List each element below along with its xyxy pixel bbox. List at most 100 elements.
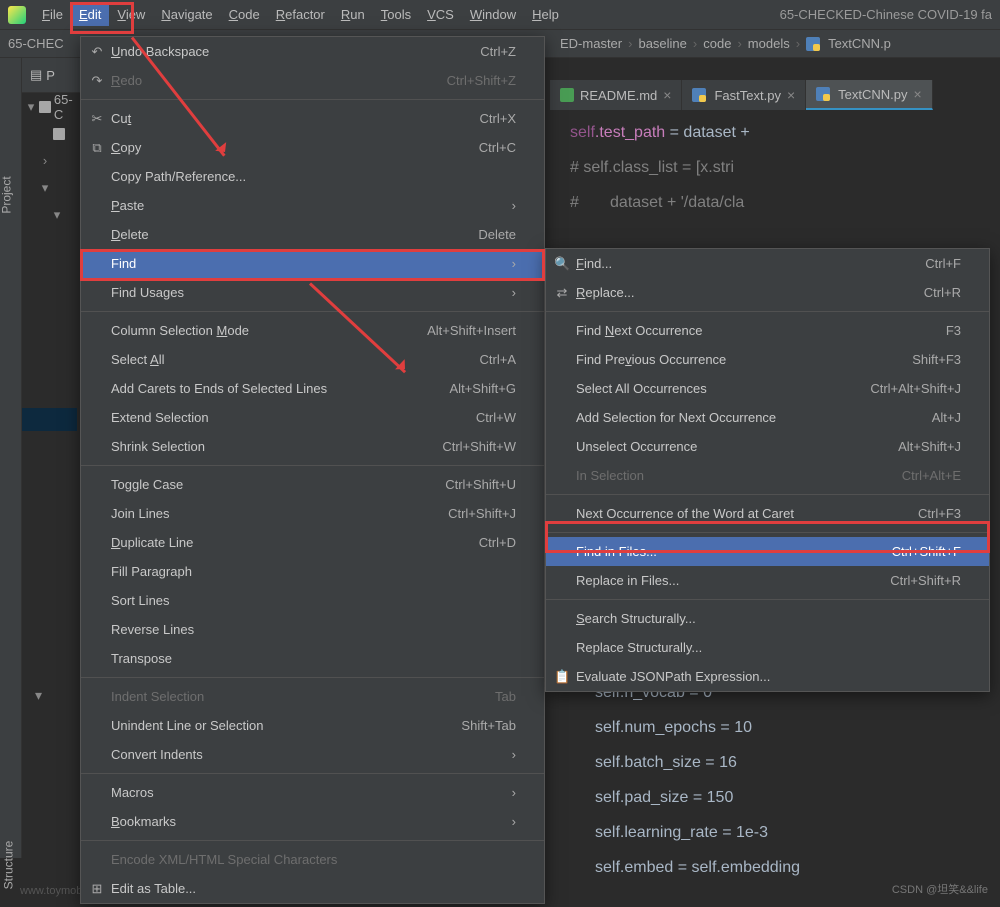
menu-item-label: Select All [111, 352, 164, 367]
menu-item-find-usages[interactable]: Find Usages› [81, 278, 544, 307]
submenu-arrow-icon: › [512, 256, 516, 271]
breadcrumb-part[interactable]: TextCNN.p [828, 36, 891, 51]
menu-item-transpose[interactable]: Transpose [81, 644, 544, 673]
menu-item-convert-indents[interactable]: Convert Indents› [81, 740, 544, 769]
menu-item-add-carets-to-ends-of-selected-lines[interactable]: Add Carets to Ends of Selected Lines Alt+… [81, 374, 544, 403]
menu-item-shrink-selection[interactable]: Shrink SelectionCtrl+Shift+W [81, 432, 544, 461]
menu-item-unselect-occurrence[interactable]: Unselect OccurrenceAlt+Shift+J [546, 432, 989, 461]
menu-item-replace-structurally[interactable]: Replace Structurally... [546, 633, 989, 662]
py-file-icon [816, 87, 830, 101]
menu-item-find[interactable]: 🔍Find...Ctrl+F [546, 249, 989, 278]
menu-item-next-occurrence-of-the-word-at-caret[interactable]: Next Occurrence of the Word at CaretCtrl… [546, 499, 989, 528]
menu-edit[interactable]: Edit [71, 3, 109, 26]
menu-icon: ✂ [89, 111, 105, 127]
shortcut: Ctrl+Shift+U [445, 477, 516, 492]
menu-item-select-all-occurrences[interactable]: Select All OccurrencesCtrl+Alt+Shift+J [546, 374, 989, 403]
menu-item-add-selection-for-next-occurrence[interactable]: Add Selection for Next Occurrence Alt+J [546, 403, 989, 432]
close-icon[interactable]: × [663, 87, 671, 103]
menu-item-duplicate-line[interactable]: Duplicate Line Ctrl+D [81, 528, 544, 557]
menu-item-copy[interactable]: ⧉CopyCtrl+C [81, 133, 544, 162]
find-submenu: 🔍Find...Ctrl+F⇄Replace...Ctrl+RFind Next… [545, 248, 990, 692]
menu-item-fill-paragraph[interactable]: Fill Paragraph [81, 557, 544, 586]
shortcut: Alt+Shift+Insert [427, 323, 516, 338]
menu-vcs[interactable]: VCS [419, 3, 462, 26]
menu-item-label: Toggle Case [111, 477, 183, 492]
breadcrumb-part[interactable]: baseline [638, 36, 686, 51]
menu-item-evaluate-jsonpath-expression[interactable]: 📋Evaluate JSONPath Expression... [546, 662, 989, 691]
menu-item-find-in-files[interactable]: Find in Files... Ctrl+Shift+F [546, 537, 989, 566]
menu-item-unindent-line-or-selection[interactable]: Unindent Line or SelectionShift+Tab [81, 711, 544, 740]
menu-navigate[interactable]: Navigate [153, 3, 220, 26]
menu-item-label: Add Carets to Ends of Selected Lines [111, 381, 327, 396]
close-icon[interactable]: × [914, 86, 922, 102]
menu-item-indent-selection: Indent SelectionTab [81, 682, 544, 711]
menu-item-label: Find in Files... [576, 544, 657, 559]
project-tree[interactable]: ▾65-C › ▾ ▾ [22, 93, 82, 431]
shortcut: Ctrl+D [479, 535, 516, 550]
menu-item-find[interactable]: Find› [81, 249, 544, 278]
menu-item-bookmarks[interactable]: Bookmarks› [81, 807, 544, 836]
menu-item-label: Duplicate Line [111, 535, 193, 550]
window-title: 65-CHECKED-Chinese COVID-19 fa [780, 7, 992, 22]
shortcut: Ctrl+Shift+F [892, 544, 961, 559]
menu-item-paste[interactable]: Paste› [81, 191, 544, 220]
breadcrumb-part[interactable]: models [748, 36, 790, 51]
menu-item-find-next-occurrence[interactable]: Find Next OccurrenceF3 [546, 316, 989, 345]
menu-item-cut[interactable]: ✂CutCtrl+X [81, 104, 544, 133]
menu-file[interactable]: File [34, 3, 71, 26]
breadcrumb-part[interactable]: ED-master [560, 36, 622, 51]
submenu-arrow-icon: › [512, 747, 516, 762]
tab-readme-md[interactable]: README.md× [550, 80, 682, 110]
tab-textcnn-py[interactable]: TextCNN.py× [806, 80, 933, 110]
watermark-right: CSDN @坦笑&&life [892, 881, 988, 897]
menu-item-label: Edit as Table... [111, 881, 196, 896]
menu-code[interactable]: Code [221, 3, 268, 26]
editor-tabs: README.md×FastText.py×TextCNN.py× [550, 80, 933, 110]
menu-item-label: Join Lines [111, 506, 170, 521]
menu-item-delete[interactable]: DeleteDelete [81, 220, 544, 249]
menu-item-replace[interactable]: ⇄Replace...Ctrl+R [546, 278, 989, 307]
menu-item-label: Sort Lines [111, 593, 170, 608]
shortcut: Ctrl+W [476, 410, 516, 425]
menu-help[interactable]: Help [524, 3, 567, 26]
menu-item-toggle-case[interactable]: Toggle Case Ctrl+Shift+U [81, 470, 544, 499]
project-tool-button[interactable]: Project [0, 176, 14, 213]
menu-item-reverse-lines[interactable]: Reverse Lines [81, 615, 544, 644]
menu-item-label: Bookmarks [111, 814, 176, 829]
menu-window[interactable]: Window [462, 3, 524, 26]
shortcut: Alt+J [932, 410, 961, 425]
shortcut: Alt+Shift+G [450, 381, 516, 396]
shortcut: Ctrl+F [925, 256, 961, 271]
menu-item-join-lines[interactable]: Join LinesCtrl+Shift+J [81, 499, 544, 528]
code-editor[interactable]: self.test_path = dataset +# self.class_l… [570, 115, 750, 220]
menu-item-extend-selection[interactable]: Extend SelectionCtrl+W [81, 403, 544, 432]
menu-item-edit-as-table[interactable]: ⊞ Edit as Table... [81, 874, 544, 903]
menu-item-find-previous-occurrence[interactable]: Find Previous OccurrenceShift+F3 [546, 345, 989, 374]
project-panel-header: ▤ P [22, 58, 82, 93]
breadcrumb-part[interactable]: code [703, 36, 731, 51]
breadcrumb-root[interactable]: 65-CHEC [8, 36, 64, 51]
menu-icon: ↷ [89, 73, 105, 89]
structure-tool-button[interactable]: Structure [1, 841, 15, 890]
menu-view[interactable]: View [109, 3, 153, 26]
menu-item-select-all[interactable]: Select AllCtrl+A [81, 345, 544, 374]
collapse-icon[interactable]: ▾ [35, 687, 42, 704]
menu-item-replace-in-files[interactable]: Replace in Files...Ctrl+Shift+R [546, 566, 989, 595]
menu-run[interactable]: Run [333, 3, 373, 26]
menu-item-macros[interactable]: Macros› [81, 778, 544, 807]
menu-item-label: Find Usages [111, 285, 184, 300]
close-icon[interactable]: × [787, 87, 795, 103]
menu-item-column-selection-mode[interactable]: Column Selection ModeAlt+Shift+Insert [81, 316, 544, 345]
menu-tools[interactable]: Tools [373, 3, 419, 26]
code-editor-continued[interactable]: self.n_vocab = 0self.num_epochs = 10self… [595, 675, 800, 885]
menu-refactor[interactable]: Refactor [268, 3, 333, 26]
menu-item-label: Copy [111, 140, 141, 155]
menu-icon: ⊞ [89, 881, 105, 897]
menu-item-label: Find... [576, 256, 612, 271]
menu-item-label: Add Selection for Next Occurrence [576, 410, 776, 425]
project-icon: ▤ [30, 67, 42, 83]
menu-item-copy-path-reference[interactable]: Copy Path/Reference... [81, 162, 544, 191]
menu-item-search-structurally[interactable]: Search Structurally... [546, 604, 989, 633]
menu-item-sort-lines[interactable]: Sort Lines [81, 586, 544, 615]
tab-fasttext-py[interactable]: FastText.py× [682, 80, 806, 110]
